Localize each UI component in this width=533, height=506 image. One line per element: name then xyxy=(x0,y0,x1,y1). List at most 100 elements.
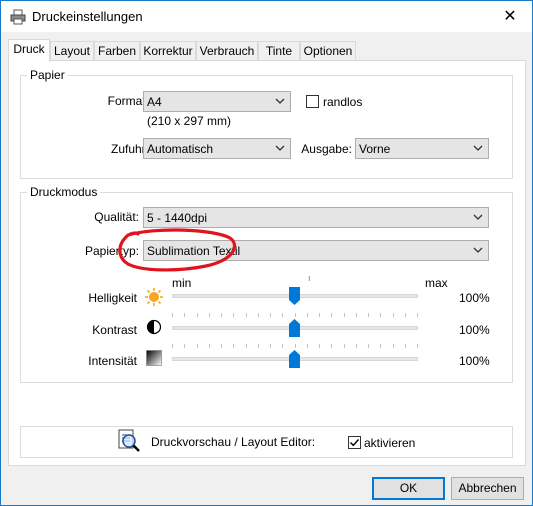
contrast-value: 100% xyxy=(459,323,490,337)
title-bar: Druckeinstellungen ✕ xyxy=(1,1,532,32)
slider-tick xyxy=(209,344,210,348)
slider-tick xyxy=(270,313,271,317)
paper-group: Papier Format: A4 (210 x 297 mm) randlos… xyxy=(20,68,513,179)
slider-tick xyxy=(405,344,406,348)
center-tick-marker: ı xyxy=(308,273,311,283)
chevron-down-icon xyxy=(275,145,285,151)
paper-group-label: Papier xyxy=(27,68,68,82)
brightness-label: Helligkeit xyxy=(88,291,137,305)
tab-druck-label: Druck xyxy=(13,42,45,56)
tab-farben[interactable]: Farben xyxy=(94,41,140,61)
intensity-slider-thumb[interactable] xyxy=(289,350,300,368)
slider-tick xyxy=(393,313,394,317)
quality-select[interactable]: 5 - 1440dpi xyxy=(143,207,489,228)
preview-magnifier-icon[interactable] xyxy=(117,428,143,454)
borderless-label: randlos xyxy=(323,95,363,109)
tab-farben-label: Farben xyxy=(97,44,137,58)
feed-value: Automatisch xyxy=(147,142,214,156)
tab-verbrauch-label: Verbrauch xyxy=(199,44,255,58)
contrast-icon xyxy=(146,319,162,335)
slider-tick xyxy=(405,313,406,317)
slider-tick xyxy=(295,313,296,317)
format-select[interactable]: A4 xyxy=(143,91,291,112)
intensity-label: Intensität xyxy=(88,354,137,368)
slider-tick xyxy=(319,313,320,317)
checkmark-icon xyxy=(350,439,360,447)
slider-tick xyxy=(344,344,345,348)
contrast-slider-thumb[interactable] xyxy=(289,319,300,337)
slider-tick xyxy=(172,313,173,317)
preview-label: Druckvorschau / Layout Editor: xyxy=(151,435,316,449)
format-value: A4 xyxy=(147,95,162,109)
slider-tick xyxy=(221,344,222,348)
close-button[interactable]: ✕ xyxy=(488,1,532,32)
slider-thumb-shape xyxy=(289,350,300,368)
papertype-label: Papiertyp: xyxy=(84,244,139,258)
format-label: Format: xyxy=(107,94,149,108)
papertype-select[interactable]: Sublimation Textil xyxy=(143,240,489,261)
feed-label: Zufuhr: xyxy=(110,142,149,156)
ok-button[interactable]: OK xyxy=(372,477,445,500)
brightness-slider-thumb[interactable] xyxy=(289,287,300,305)
tab-tinte-label: Tinte xyxy=(265,44,293,58)
tab-tinte[interactable]: Tinte xyxy=(258,41,300,61)
tab-verbrauch[interactable]: Verbrauch xyxy=(196,41,258,61)
intensity-value: 100% xyxy=(459,354,490,368)
printmode-group-label: Druckmodus xyxy=(27,185,101,199)
slider-tick xyxy=(307,313,308,317)
slider-tick xyxy=(282,344,283,348)
slider-tick xyxy=(331,313,332,317)
preview-row: Druckvorschau / Layout Editor: aktiviere… xyxy=(20,426,513,458)
slider-tick xyxy=(197,313,198,317)
slider-tick xyxy=(344,313,345,317)
slider-tick xyxy=(282,313,283,317)
tab-layout-label: Layout xyxy=(53,44,91,58)
quality-label: Qualität: xyxy=(94,210,139,224)
slider-tick xyxy=(417,313,418,317)
slider-thumb-shape xyxy=(289,287,300,305)
slider-tick xyxy=(380,344,381,348)
cancel-button[interactable]: Abbrechen xyxy=(451,477,524,500)
slider-tick xyxy=(221,313,222,317)
slider-tick xyxy=(356,313,357,317)
slider-max-label: max xyxy=(425,276,448,290)
quality-value: 5 - 1440dpi xyxy=(147,211,208,225)
contrast-label: Kontrast xyxy=(92,323,137,337)
output-label: Ausgabe: xyxy=(301,142,352,156)
slider-tick xyxy=(331,344,332,348)
activate-label: aktivieren xyxy=(364,436,416,450)
slider-tick xyxy=(233,313,234,317)
print-settings-dialog: Druckeinstellungen ✕ Druck Layout Farben… xyxy=(0,0,533,506)
slider-tick xyxy=(270,344,271,348)
borderless-checkbox[interactable] xyxy=(306,95,319,108)
chevron-down-icon xyxy=(473,247,483,253)
slider-tick xyxy=(319,344,320,348)
slider-tick xyxy=(246,344,247,348)
chevron-down-icon xyxy=(275,98,285,104)
contrast-tick-marks xyxy=(172,313,418,317)
slider-tick xyxy=(172,344,173,348)
slider-tick xyxy=(209,313,210,317)
tab-optionen-label: Optionen xyxy=(303,44,353,58)
slider-thumb-shape xyxy=(289,319,300,337)
output-select[interactable]: Vorne xyxy=(355,138,489,159)
tab-optionen[interactable]: Optionen xyxy=(300,41,356,61)
slider-tick xyxy=(417,344,418,348)
tab-korrektur[interactable]: Korrektur xyxy=(140,41,196,61)
tab-layout[interactable]: Layout xyxy=(50,41,94,61)
slider-tick xyxy=(307,344,308,348)
tab-panel-druck: Papier Format: A4 (210 x 297 mm) randlos… xyxy=(8,60,526,466)
window-title: Druckeinstellungen xyxy=(32,9,143,24)
slider-min-label: min xyxy=(172,276,192,290)
tab-druck[interactable]: Druck xyxy=(8,39,50,62)
intensity-gradient-icon xyxy=(146,350,162,366)
feed-select[interactable]: Automatisch xyxy=(143,138,291,159)
slider-tick xyxy=(246,313,247,317)
slider-tick xyxy=(380,313,381,317)
brightness-value: 100% xyxy=(459,291,490,305)
papertype-value: Sublimation Textil xyxy=(147,244,241,258)
activate-checkbox[interactable] xyxy=(348,436,361,449)
printer-icon xyxy=(10,9,26,25)
slider-tick xyxy=(197,344,198,348)
slider-tick xyxy=(258,313,259,317)
